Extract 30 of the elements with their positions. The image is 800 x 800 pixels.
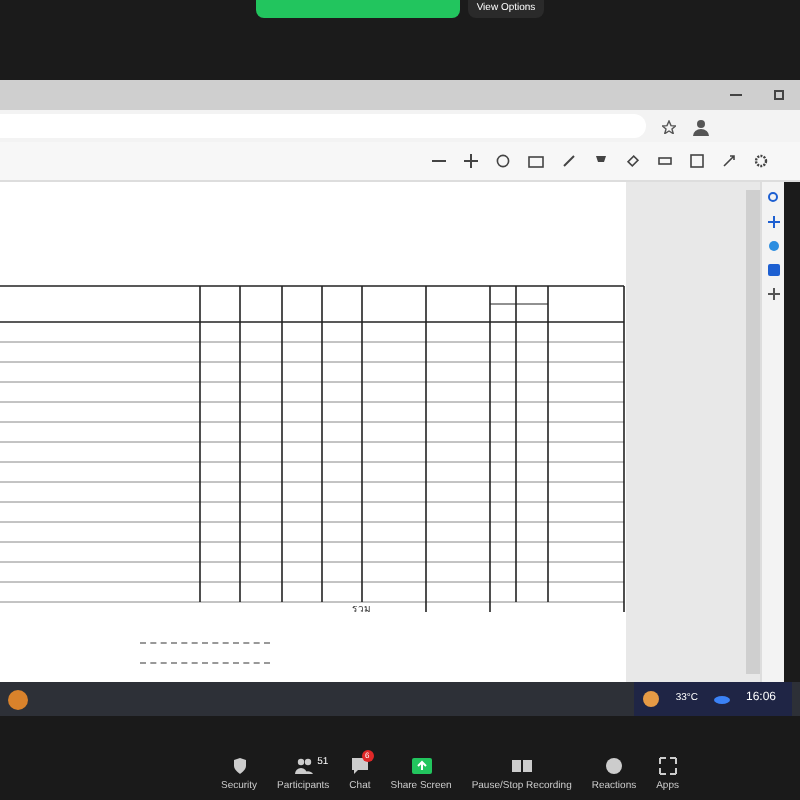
settings-icon[interactable] [754, 154, 768, 168]
add-icon[interactable] [767, 288, 779, 300]
people-icon [293, 755, 314, 775]
draw-icon[interactable] [562, 154, 576, 168]
star-icon[interactable] [662, 119, 676, 133]
cloud-icon[interactable] [713, 694, 730, 704]
save-icon[interactable] [690, 154, 704, 168]
signature-line [140, 662, 270, 664]
zoom-out-icon[interactable] [432, 154, 446, 168]
apps-icon [657, 755, 678, 775]
search-icon[interactable] [767, 192, 779, 204]
share-icon [411, 755, 432, 775]
highlight-icon[interactable] [594, 154, 608, 168]
maximize-icon[interactable] [774, 90, 784, 100]
expand-icon[interactable] [722, 154, 736, 168]
circle-icon[interactable] [767, 240, 779, 252]
page-view-icon[interactable] [528, 155, 544, 167]
signature-line [140, 642, 270, 644]
rotate-icon[interactable] [496, 154, 510, 168]
plus-icon[interactable] [767, 216, 779, 228]
weather-icon[interactable] [641, 690, 660, 708]
app-icon[interactable] [8, 689, 28, 709]
eraser-icon[interactable] [626, 154, 640, 168]
pause-icon [511, 755, 532, 775]
zoom-in-icon[interactable] [464, 154, 478, 168]
square-icon[interactable] [767, 264, 779, 276]
print-icon[interactable] [658, 154, 672, 168]
chat-icon [349, 755, 370, 775]
shield-icon [229, 755, 250, 775]
profile-avatar-icon[interactable] [692, 117, 710, 135]
